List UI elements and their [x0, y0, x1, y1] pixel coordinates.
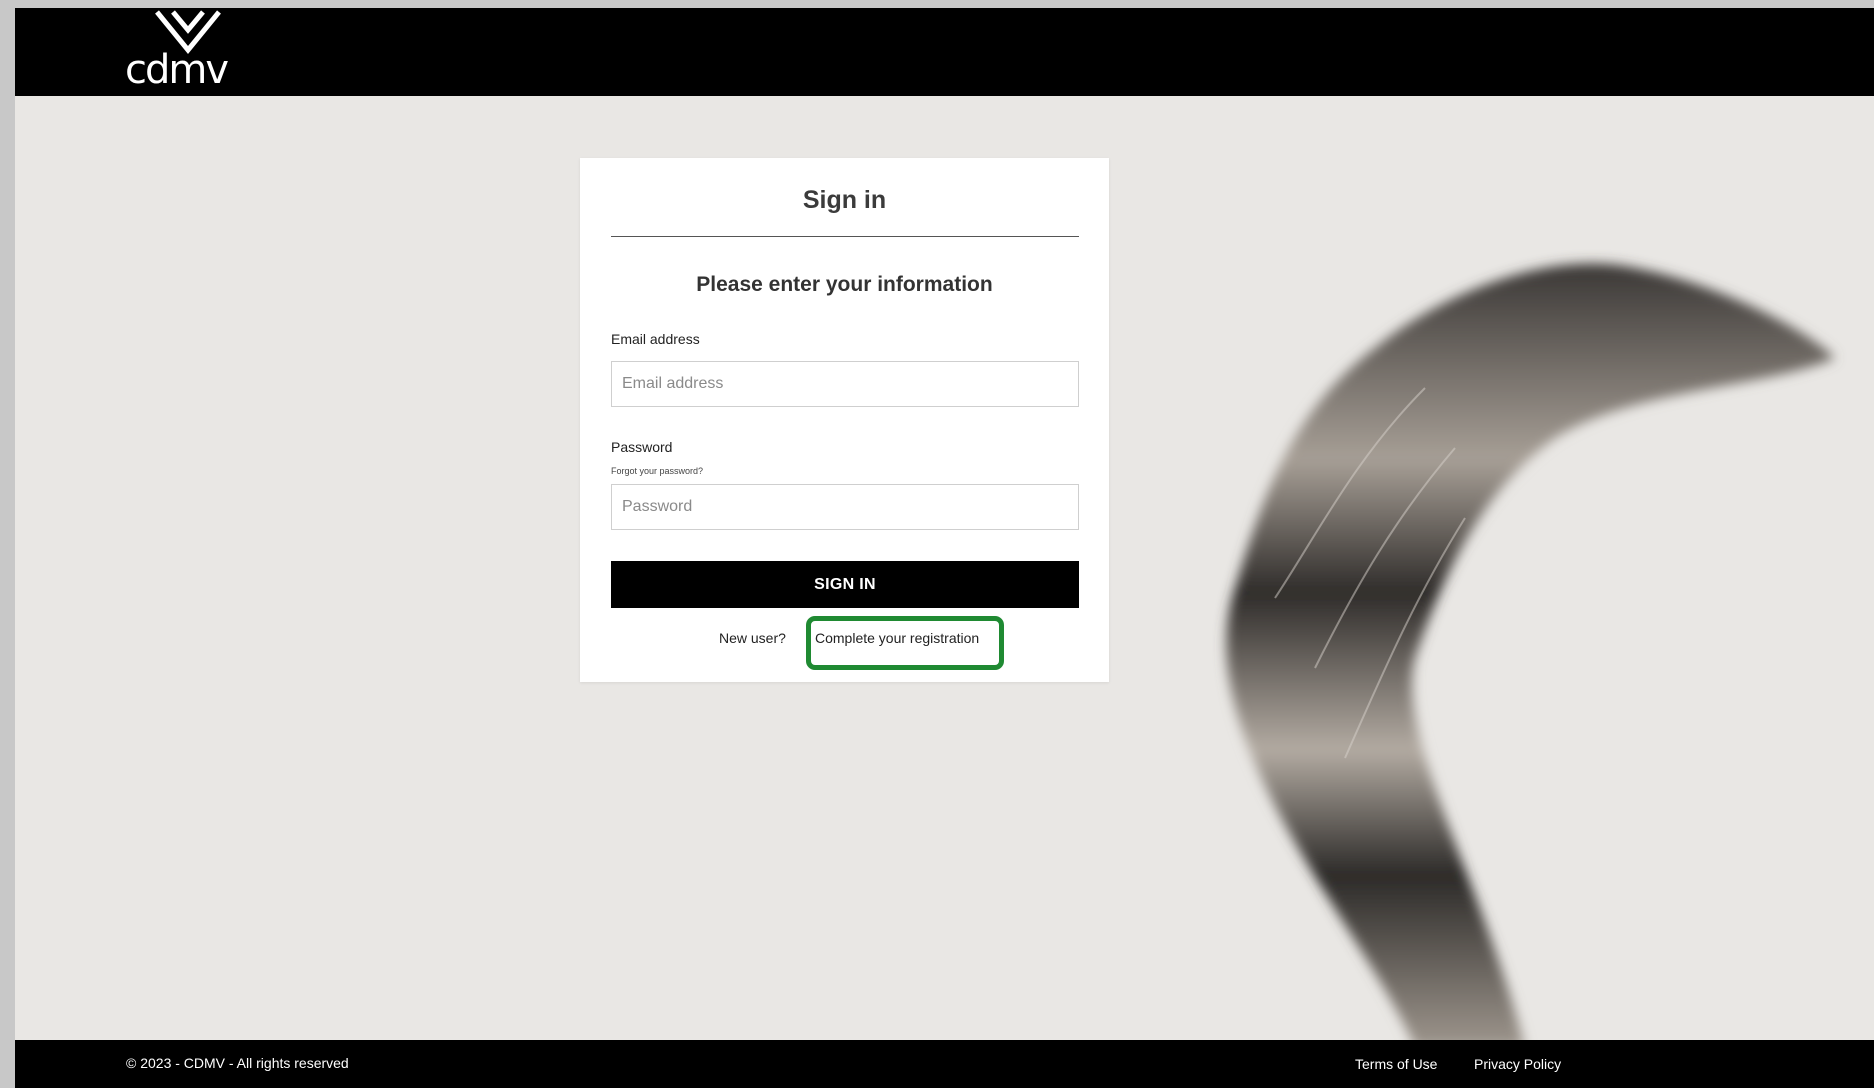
email-label: Email address	[611, 331, 700, 347]
site-footer: © 2023 - CDMV - All rights reserved Term…	[15, 1040, 1874, 1088]
copyright-text: © 2023 - CDMV - All rights reserved	[126, 1055, 349, 1071]
instruction-text: Please enter your information	[696, 273, 993, 296]
terms-of-use-link[interactable]: Terms of Use	[1355, 1056, 1437, 1072]
animal-tail-image	[1226, 263, 1835, 1048]
site-header: cdmv	[15, 8, 1874, 96]
signin-card: Sign in Please enter your information Em…	[580, 158, 1109, 682]
sign-in-button[interactable]: SIGN IN	[611, 561, 1079, 608]
page-title: Sign in	[802, 186, 887, 214]
privacy-policy-link[interactable]: Privacy Policy	[1474, 1056, 1561, 1072]
password-label: Password	[611, 439, 673, 455]
new-user-text: New user?	[719, 630, 786, 646]
browser-frame: cdmv Sign in Please enter your informati…	[0, 0, 1874, 1088]
forgot-password-link[interactable]: Forgot your password?	[611, 466, 703, 476]
login-page: cdmv Sign in Please enter your informati…	[15, 8, 1874, 1088]
logo-text: cdmv	[125, 47, 229, 93]
complete-registration-link[interactable]: Complete your registration	[815, 630, 979, 646]
email-field[interactable]	[611, 361, 1079, 407]
cdmv-logo[interactable]: cdmv	[125, 10, 245, 93]
password-field[interactable]	[611, 484, 1079, 530]
title-divider	[611, 236, 1079, 237]
